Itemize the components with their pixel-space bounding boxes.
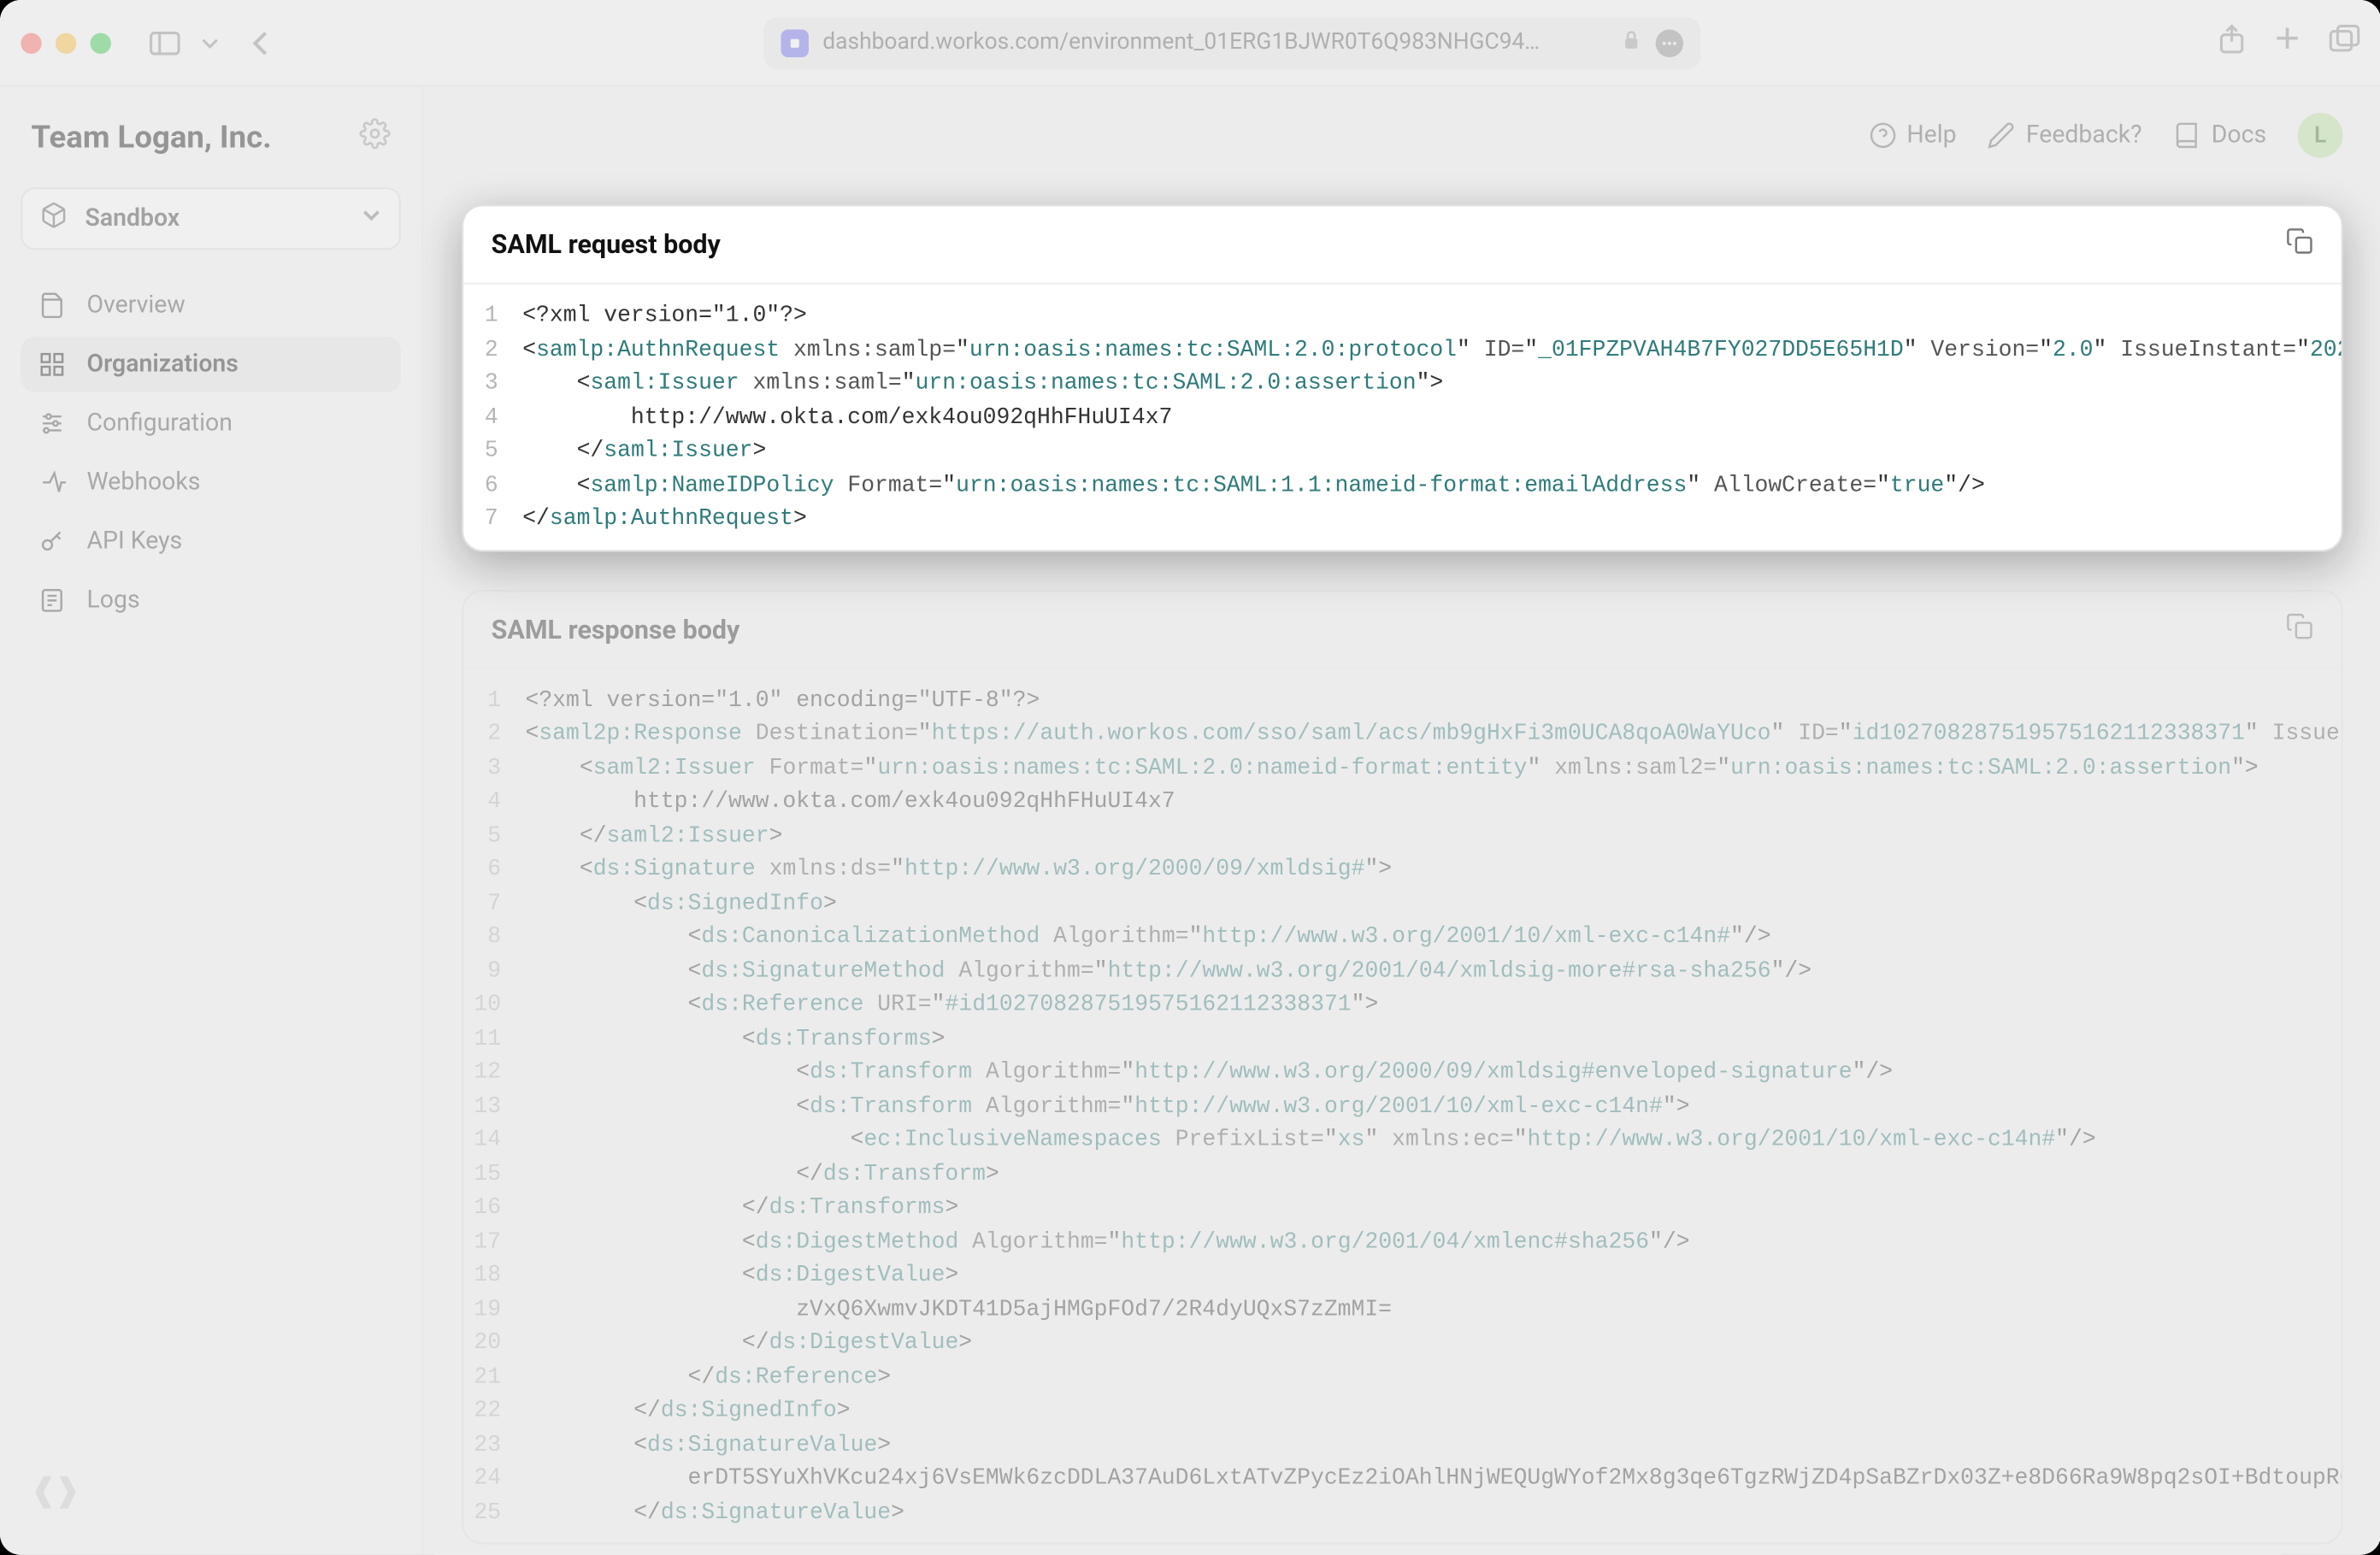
tabs-icon[interactable] [2329,23,2360,62]
help-link[interactable]: Help [1869,121,1957,149]
copy-button[interactable] [2286,612,2313,647]
sidebar-item-label: Webhooks [87,468,201,496]
sidebar-item-label: Organizations [87,350,239,378]
window-controls [21,32,111,53]
team-name: Team Logan, Inc. [32,119,272,156]
code-block: 1234567891011121314151617181920212223242… [463,669,2341,1543]
sidebar-nav: Overview Organizations Configuration Web… [21,278,401,628]
sidebar-toggle-icon[interactable] [142,23,187,62]
copy-button[interactable] [2286,227,2313,262]
site-favicon [781,28,809,56]
cube-icon [40,201,68,236]
chevron-down-icon [361,205,381,233]
sidebar-item-logs[interactable]: Logs [21,573,401,628]
address-bar[interactable]: dashboard.workos.com/environment_01ERG1B… [763,16,1700,68]
feedback-link[interactable]: Feedback? [1988,121,2141,149]
titlebar: dashboard.workos.com/environment_01ERG1B… [0,0,2380,87]
environment-name: Sandbox [85,205,180,233]
more-icon[interactable] [1656,28,1683,56]
share-icon[interactable] [2218,23,2245,62]
panel-title: SAML request body [491,229,720,261]
saml-response-panel: SAML response body 123456789101112131415… [462,589,2343,1545]
minimize-window-button[interactable] [56,32,76,53]
topbar: Help Feedback? Docs L [423,87,2380,185]
new-tab-icon[interactable] [2273,23,2300,62]
panel-title: SAML response body [491,614,739,645]
sidebar-item-api-keys[interactable]: API Keys [21,514,401,569]
sidebar-item-label: Overview [87,292,186,319]
browser-window: dashboard.workos.com/environment_01ERG1B… [0,0,2380,1555]
sidebar-item-label: API Keys [87,527,183,555]
workos-logo-icon [32,1468,80,1523]
lock-icon [1621,28,1641,56]
docs-link[interactable]: Docs [2173,121,2266,149]
address-bar-url: dashboard.workos.com/environment_01ERG1B… [822,30,1552,56]
gear-icon[interactable] [359,118,391,156]
sidebar-item-label: Configuration [87,409,233,437]
saml-request-panel: SAML request body 1234567 <?xml version=… [462,205,2343,551]
environment-selector[interactable]: Sandbox [21,187,401,250]
main: Help Feedback? Docs L SAML re [423,87,2380,1555]
avatar[interactable]: L [2298,113,2343,158]
sidebar-item-label: Logs [87,586,140,614]
maximize-window-button[interactable] [91,32,111,53]
sidebar-item-webhooks[interactable]: Webhooks [21,455,401,510]
back-button[interactable] [243,21,278,63]
sidebar-item-organizations[interactable]: Organizations [21,337,401,392]
code-block: 1234567 <?xml version="1.0"?><samlp:Auth… [463,285,2341,550]
sidebar-item-overview[interactable]: Overview [21,278,401,333]
close-window-button[interactable] [21,32,41,53]
sidebar: Team Logan, Inc. Sandbox [0,87,423,1555]
sidebar-item-configuration[interactable]: Configuration [21,396,401,451]
chevron-down-icon[interactable] [194,27,226,58]
content-area: SAML request body 1234567 <?xml version=… [423,184,2380,1555]
